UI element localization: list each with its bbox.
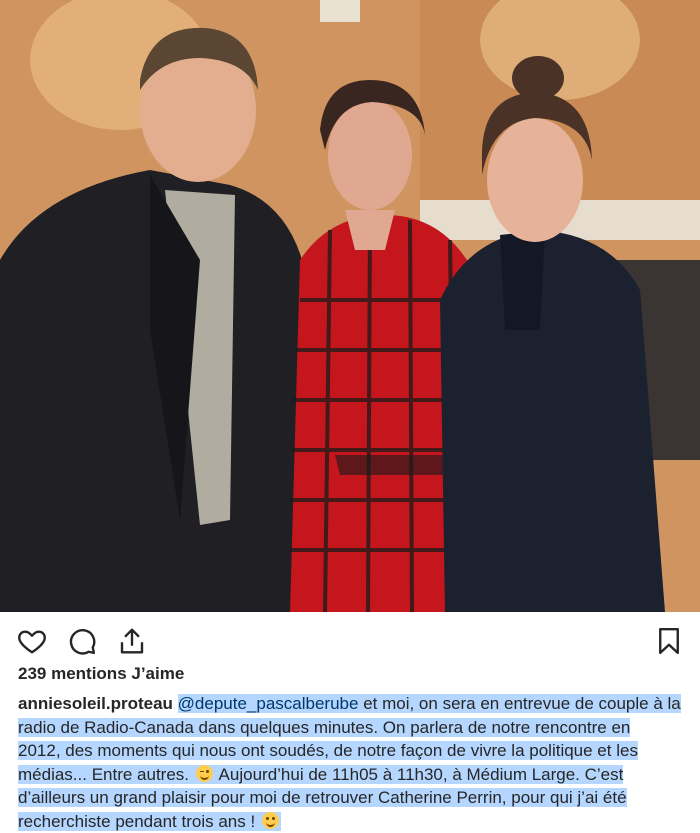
likes-count[interactable]: 239 mentions J’aime <box>18 664 184 684</box>
smile-emoji-icon <box>261 811 279 829</box>
comment-button[interactable] <box>67 626 97 656</box>
action-bar <box>0 612 700 672</box>
wink-emoji-icon <box>195 764 213 782</box>
post-caption: anniesoleil.proteau @depute_pascalberube… <box>18 692 686 833</box>
comment-icon <box>69 629 96 655</box>
caption-text-3: 2012, des moments qui nous ont soudés, d… <box>18 741 638 760</box>
bookmark-icon <box>659 627 679 655</box>
share-icon <box>120 628 144 654</box>
post-photo[interactable] <box>0 0 700 612</box>
instagram-post: 239 mentions J’aime anniesoleil.proteau … <box>0 0 700 831</box>
caption-text-4a: médias... Entre autres. <box>18 764 190 784</box>
caption-username[interactable]: anniesoleil.proteau <box>18 694 173 713</box>
like-button[interactable] <box>17 626 47 656</box>
save-button[interactable] <box>654 626 684 656</box>
caption-text-5: d’ailleurs un grand plaisir pour moi de … <box>18 788 627 807</box>
heart-icon <box>18 630 46 654</box>
caption-text-2: radio de Radio-Canada dans quelques minu… <box>18 717 631 737</box>
caption-mention[interactable]: @depute_pascalberube <box>178 694 359 713</box>
caption-text-1: et moi, on sera en entrevue de couple à … <box>358 694 681 713</box>
share-button[interactable] <box>117 626 147 656</box>
caption-text-6: recherchiste pendant trois ans ! <box>18 811 260 831</box>
photo-illustration <box>0 0 700 612</box>
caption-text-4b: Aujourd’hui de 11h05 à 11h30, à Médium L… <box>214 764 624 784</box>
